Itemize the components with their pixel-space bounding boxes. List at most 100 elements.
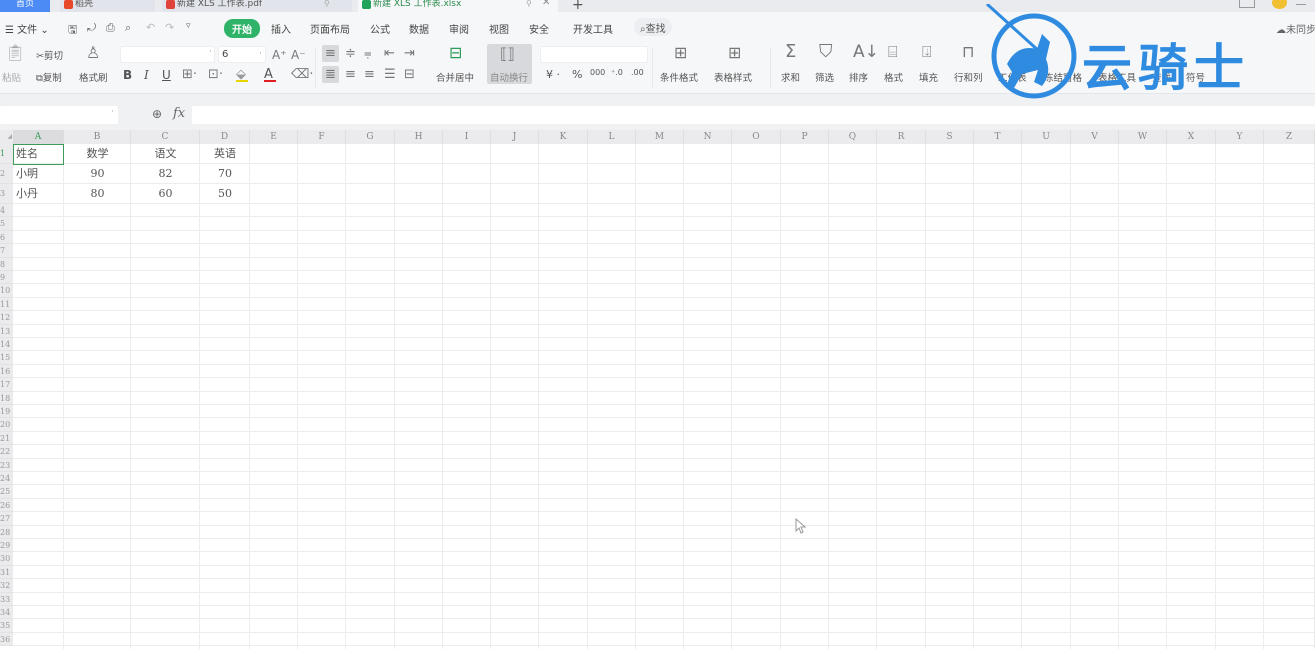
- column-header-s[interactable]: S: [926, 130, 974, 144]
- increase-decimal-icon[interactable]: ⁺.0: [611, 68, 623, 77]
- column-header-j[interactable]: J: [491, 130, 539, 144]
- column-header-q[interactable]: Q: [829, 130, 877, 144]
- row-header-16[interactable]: 16: [0, 364, 13, 379]
- column-header-z[interactable]: Z: [1264, 130, 1315, 144]
- zoom-formula-icon[interactable]: ⊕: [152, 107, 162, 121]
- column-header-g[interactable]: G: [346, 130, 395, 144]
- row-header-17[interactable]: 17: [0, 378, 13, 392]
- row-header-12[interactable]: 12: [0, 311, 13, 325]
- column-header-f[interactable]: F: [298, 130, 346, 144]
- format-button[interactable]: 格式: [884, 70, 903, 84]
- undo-icon[interactable]: ↶: [146, 21, 155, 34]
- row-header-36[interactable]: 36: [0, 632, 13, 647]
- quick-access-dropdown-icon[interactable]: ▿: [186, 21, 191, 31]
- font-color-icon[interactable]: A: [264, 68, 276, 82]
- column-header-a[interactable]: A: [13, 130, 64, 144]
- row-header-32[interactable]: 32: [0, 579, 13, 593]
- align-bottom-icon[interactable]: ⩦: [364, 47, 372, 61]
- redo-icon[interactable]: ↷: [165, 21, 174, 34]
- column-header-c[interactable]: C: [131, 130, 200, 144]
- print-icon[interactable]: ⎙: [106, 21, 115, 35]
- row-header-19[interactable]: 19: [0, 405, 13, 419]
- percent-button[interactable]: %: [572, 68, 582, 81]
- column-header-p[interactable]: P: [781, 130, 829, 144]
- menu-tab-data[interactable]: 数据: [409, 21, 429, 36]
- distributed-icon[interactable]: ⊟: [404, 68, 415, 82]
- formula-input[interactable]: [192, 106, 1315, 124]
- select-all-corner[interactable]: ◢: [0, 130, 13, 144]
- row-header-26[interactable]: 26: [0, 498, 13, 513]
- align-right-icon[interactable]: ≡: [364, 68, 375, 82]
- row-header-14[interactable]: 14: [0, 338, 13, 352]
- row-header-9[interactable]: 9: [0, 271, 13, 285]
- fill-color-icon[interactable]: ⬙: [236, 68, 248, 82]
- thousands-button[interactable]: 000: [590, 68, 605, 77]
- tab-home[interactable]: 首页: [0, 0, 50, 12]
- row-header-5[interactable]: 5: [0, 217, 13, 231]
- freeze-panes-button[interactable]: 冻结窗格: [1044, 70, 1082, 84]
- column-header-t[interactable]: T: [974, 130, 1022, 144]
- cell-c1[interactable]: 语文: [131, 144, 200, 164]
- sum-button[interactable]: 求和: [781, 70, 800, 84]
- column-header-b[interactable]: B: [64, 130, 131, 144]
- symbol-button[interactable]: 符号: [1186, 70, 1205, 84]
- paste-button[interactable]: 粘贴: [2, 70, 21, 84]
- paste-icon[interactable]: 📋︎: [5, 45, 25, 61]
- row-header-1[interactable]: 1: [0, 144, 13, 164]
- column-header-i[interactable]: I: [443, 130, 491, 144]
- row-header-22[interactable]: 22: [0, 445, 13, 459]
- conditional-format-button[interactable]: 条件格式: [660, 70, 698, 84]
- new-tab-button[interactable]: +: [572, 0, 584, 12]
- wrap-text-button[interactable]: 自动换行: [490, 70, 528, 84]
- pin-icon[interactable]: ⚲: [324, 0, 330, 8]
- row-header-35[interactable]: 35: [0, 619, 13, 633]
- column-header-e[interactable]: E: [250, 130, 298, 144]
- menu-tab-formulas[interactable]: 公式: [370, 21, 390, 36]
- row-header-4[interactable]: 4: [0, 204, 13, 218]
- fill-button[interactable]: 填充: [919, 70, 938, 84]
- row-header-24[interactable]: 24: [0, 472, 13, 486]
- cut-button[interactable]: ✂剪切: [36, 48, 63, 62]
- export-icon[interactable]: ⤾: [87, 21, 96, 35]
- italic-button[interactable]: I: [144, 68, 149, 82]
- decrease-decimal-icon[interactable]: .00: [631, 68, 644, 77]
- table-style-button[interactable]: 表格样式: [714, 70, 752, 84]
- tab-xlsx-document[interactable]: 新建 XLS 工作表.xlsx ⚲ ✕: [358, 0, 558, 12]
- row-header-11[interactable]: 11: [0, 297, 13, 312]
- increase-indent-icon[interactable]: ⇥: [404, 47, 415, 61]
- cell-c3[interactable]: 60: [131, 184, 200, 204]
- row-header-18[interactable]: 18: [0, 391, 13, 405]
- row-header-34[interactable]: 34: [0, 606, 13, 620]
- column-header-m[interactable]: M: [636, 130, 684, 144]
- minimize-icon[interactable]: [1296, 4, 1306, 5]
- row-header-2[interactable]: 2: [0, 164, 13, 184]
- menu-tab-developer[interactable]: 开发工具: [573, 21, 613, 36]
- row-header-31[interactable]: 31: [0, 565, 13, 580]
- decrease-font-icon[interactable]: A⁻: [291, 48, 306, 62]
- row-header-25[interactable]: 25: [0, 485, 13, 499]
- decrease-indent-icon[interactable]: ⇤: [384, 47, 395, 61]
- tab-docer[interactable]: 稻壳: [60, 0, 155, 12]
- number-format-select[interactable]: [540, 46, 648, 63]
- save-icon[interactable]: 🖫: [68, 21, 77, 40]
- sync-status[interactable]: ☁未同步: [1276, 21, 1315, 36]
- menu-tab-page-layout[interactable]: 页面布局: [310, 21, 350, 36]
- underline-button[interactable]: U: [162, 68, 171, 82]
- row-header-33[interactable]: 33: [0, 592, 13, 606]
- row-header-20[interactable]: 20: [0, 418, 13, 432]
- column-header-o[interactable]: O: [732, 130, 781, 144]
- font-name-select[interactable]: ·: [120, 46, 215, 63]
- menu-tab-insert[interactable]: 插入: [271, 21, 291, 36]
- column-header-v[interactable]: V: [1071, 130, 1119, 144]
- filter-button[interactable]: 筛选: [815, 70, 834, 84]
- cell-b3[interactable]: 80: [64, 184, 131, 204]
- search-command[interactable]: ⌕查找: [634, 18, 672, 36]
- column-header-x[interactable]: X: [1167, 130, 1216, 144]
- borders-icon[interactable]: ⊞·: [182, 68, 197, 82]
- cell-b2[interactable]: 90: [64, 164, 131, 184]
- row-header-7[interactable]: 7: [0, 244, 13, 258]
- cell-a2[interactable]: 小明: [13, 164, 64, 184]
- format-painter-button[interactable]: 格式刷: [79, 70, 108, 84]
- pin-icon[interactable]: ⚲: [526, 0, 532, 8]
- cell-a3[interactable]: 小丹: [13, 184, 64, 204]
